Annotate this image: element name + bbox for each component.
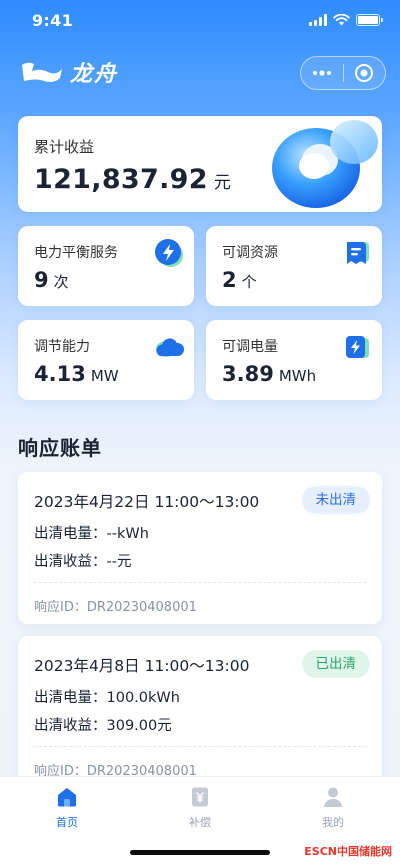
app-logo: 龙舟	[18, 56, 118, 88]
status-badge: 已出清	[301, 650, 370, 678]
logo-text: 龙舟	[70, 62, 119, 87]
stat-number: 2	[222, 268, 237, 292]
bill-divider	[34, 582, 366, 583]
stat-value: 3.89 MWh	[222, 362, 316, 386]
tab-profile[interactable]: 我的	[303, 785, 363, 830]
bill-energy-label: 出清电量：	[34, 526, 107, 542]
stat-unit: 次	[53, 273, 69, 291]
bill-income-label: 出清收益：	[34, 554, 107, 570]
stat-number: 9	[34, 268, 49, 292]
bill-energy-value: 100.0kWh	[106, 690, 180, 706]
bill-income-value: --元	[106, 554, 132, 570]
more-button[interactable]	[301, 57, 343, 89]
bill-card[interactable]: 2023年4月8日 11:00～13:00 已出清 出清电量：100.0kWh …	[18, 636, 382, 788]
stat-label: 可调电量	[222, 339, 278, 355]
wifi-icon	[333, 14, 350, 26]
lightning-icon	[155, 239, 183, 267]
close-mini-program-button[interactable]	[344, 57, 386, 89]
document-icon	[347, 242, 369, 264]
status-bar: 9:41	[0, 0, 400, 44]
bill-income-value: 309.00元	[106, 718, 172, 734]
mini-program-capsule	[300, 56, 386, 90]
stat-unit: MWh	[278, 367, 317, 385]
signal-icon	[309, 14, 327, 26]
stat-card-regulation-capacity[interactable]: 调节能力 4.13 MW	[18, 320, 194, 400]
tab-home[interactable]: 首页	[37, 785, 97, 830]
stat-label: 调节能力	[34, 339, 90, 355]
total-income-value: 121,837.92 元	[34, 164, 231, 195]
bill-income-label: 出清收益：	[34, 718, 107, 734]
battery-icon	[356, 14, 383, 26]
stat-value: 9 次	[34, 268, 69, 292]
stat-unit: 个	[241, 273, 257, 291]
stat-card-balance-service[interactable]: 电力平衡服务 9 次	[18, 226, 194, 306]
total-income-card[interactable]: 累计收益 121,837.92 元	[18, 116, 382, 212]
stat-card-adjustable-resources[interactable]: 可调资源 2 个	[206, 226, 382, 306]
tab-label: 我的	[322, 816, 344, 829]
stat-unit: MW	[90, 367, 119, 385]
ring-3d-decoration-icon	[272, 120, 378, 208]
bill-income-row: 出清收益：309.00元	[34, 714, 172, 735]
home-icon	[58, 788, 76, 807]
bill-energy-value: --kWh	[106, 526, 149, 542]
watermark-text: ESCN中国储能网	[302, 843, 394, 859]
logo-mark-icon	[22, 62, 62, 82]
stat-value: 2 个	[222, 268, 257, 292]
bill-energy-row: 出清电量：100.0kWh	[34, 686, 180, 707]
tab-compensation[interactable]: 补偿	[170, 785, 230, 830]
target-close-icon	[355, 64, 374, 82]
cloud-icon	[156, 338, 184, 357]
bill-income-row: 出清收益：--元	[34, 550, 131, 571]
stat-value: 4.13 MW	[34, 362, 119, 386]
bill-energy-row: 出清电量：--kWh	[34, 522, 149, 543]
stat-number: 4.13	[34, 362, 86, 386]
tab-label: 补偿	[189, 816, 211, 829]
home-indicator	[130, 850, 270, 855]
user-icon	[324, 787, 342, 807]
stat-number: 3.89	[222, 362, 274, 386]
bill-energy-label: 出清电量：	[34, 690, 107, 706]
bill-card[interactable]: 2023年4月22日 11:00～13:00 未出清 出清电量：--kWh 出清…	[18, 472, 382, 624]
stat-label: 可调资源	[222, 245, 278, 261]
stat-label: 电力平衡服务	[34, 245, 118, 261]
total-income-number: 121,837.92	[34, 164, 208, 195]
bill-id-label: 响应ID：	[34, 600, 87, 615]
status-icons	[309, 14, 383, 26]
status-badge: 未出清	[301, 486, 370, 514]
bill-id-row: 响应ID：DR20230408001	[34, 596, 197, 615]
tab-label: 首页	[56, 816, 78, 829]
bill-date: 2023年4月22日 11:00～13:00	[34, 493, 260, 511]
bill-date: 2023年4月8日 11:00～13:00	[34, 657, 250, 675]
bill-divider	[34, 746, 366, 747]
app-header: 龙舟	[18, 54, 386, 90]
section-title-response-bills: 响应账单	[18, 436, 102, 460]
compensation-icon	[192, 787, 208, 807]
total-income-label: 累计收益	[34, 138, 95, 156]
total-income-unit: 元	[213, 173, 231, 193]
more-dots-icon	[312, 70, 331, 76]
status-time: 9:41	[32, 11, 73, 30]
stat-card-adjustable-energy[interactable]: 可调电量 3.89 MWh	[206, 320, 382, 400]
battery-charge-icon	[346, 336, 369, 358]
bill-id-value: DR20230408001	[86, 600, 197, 615]
